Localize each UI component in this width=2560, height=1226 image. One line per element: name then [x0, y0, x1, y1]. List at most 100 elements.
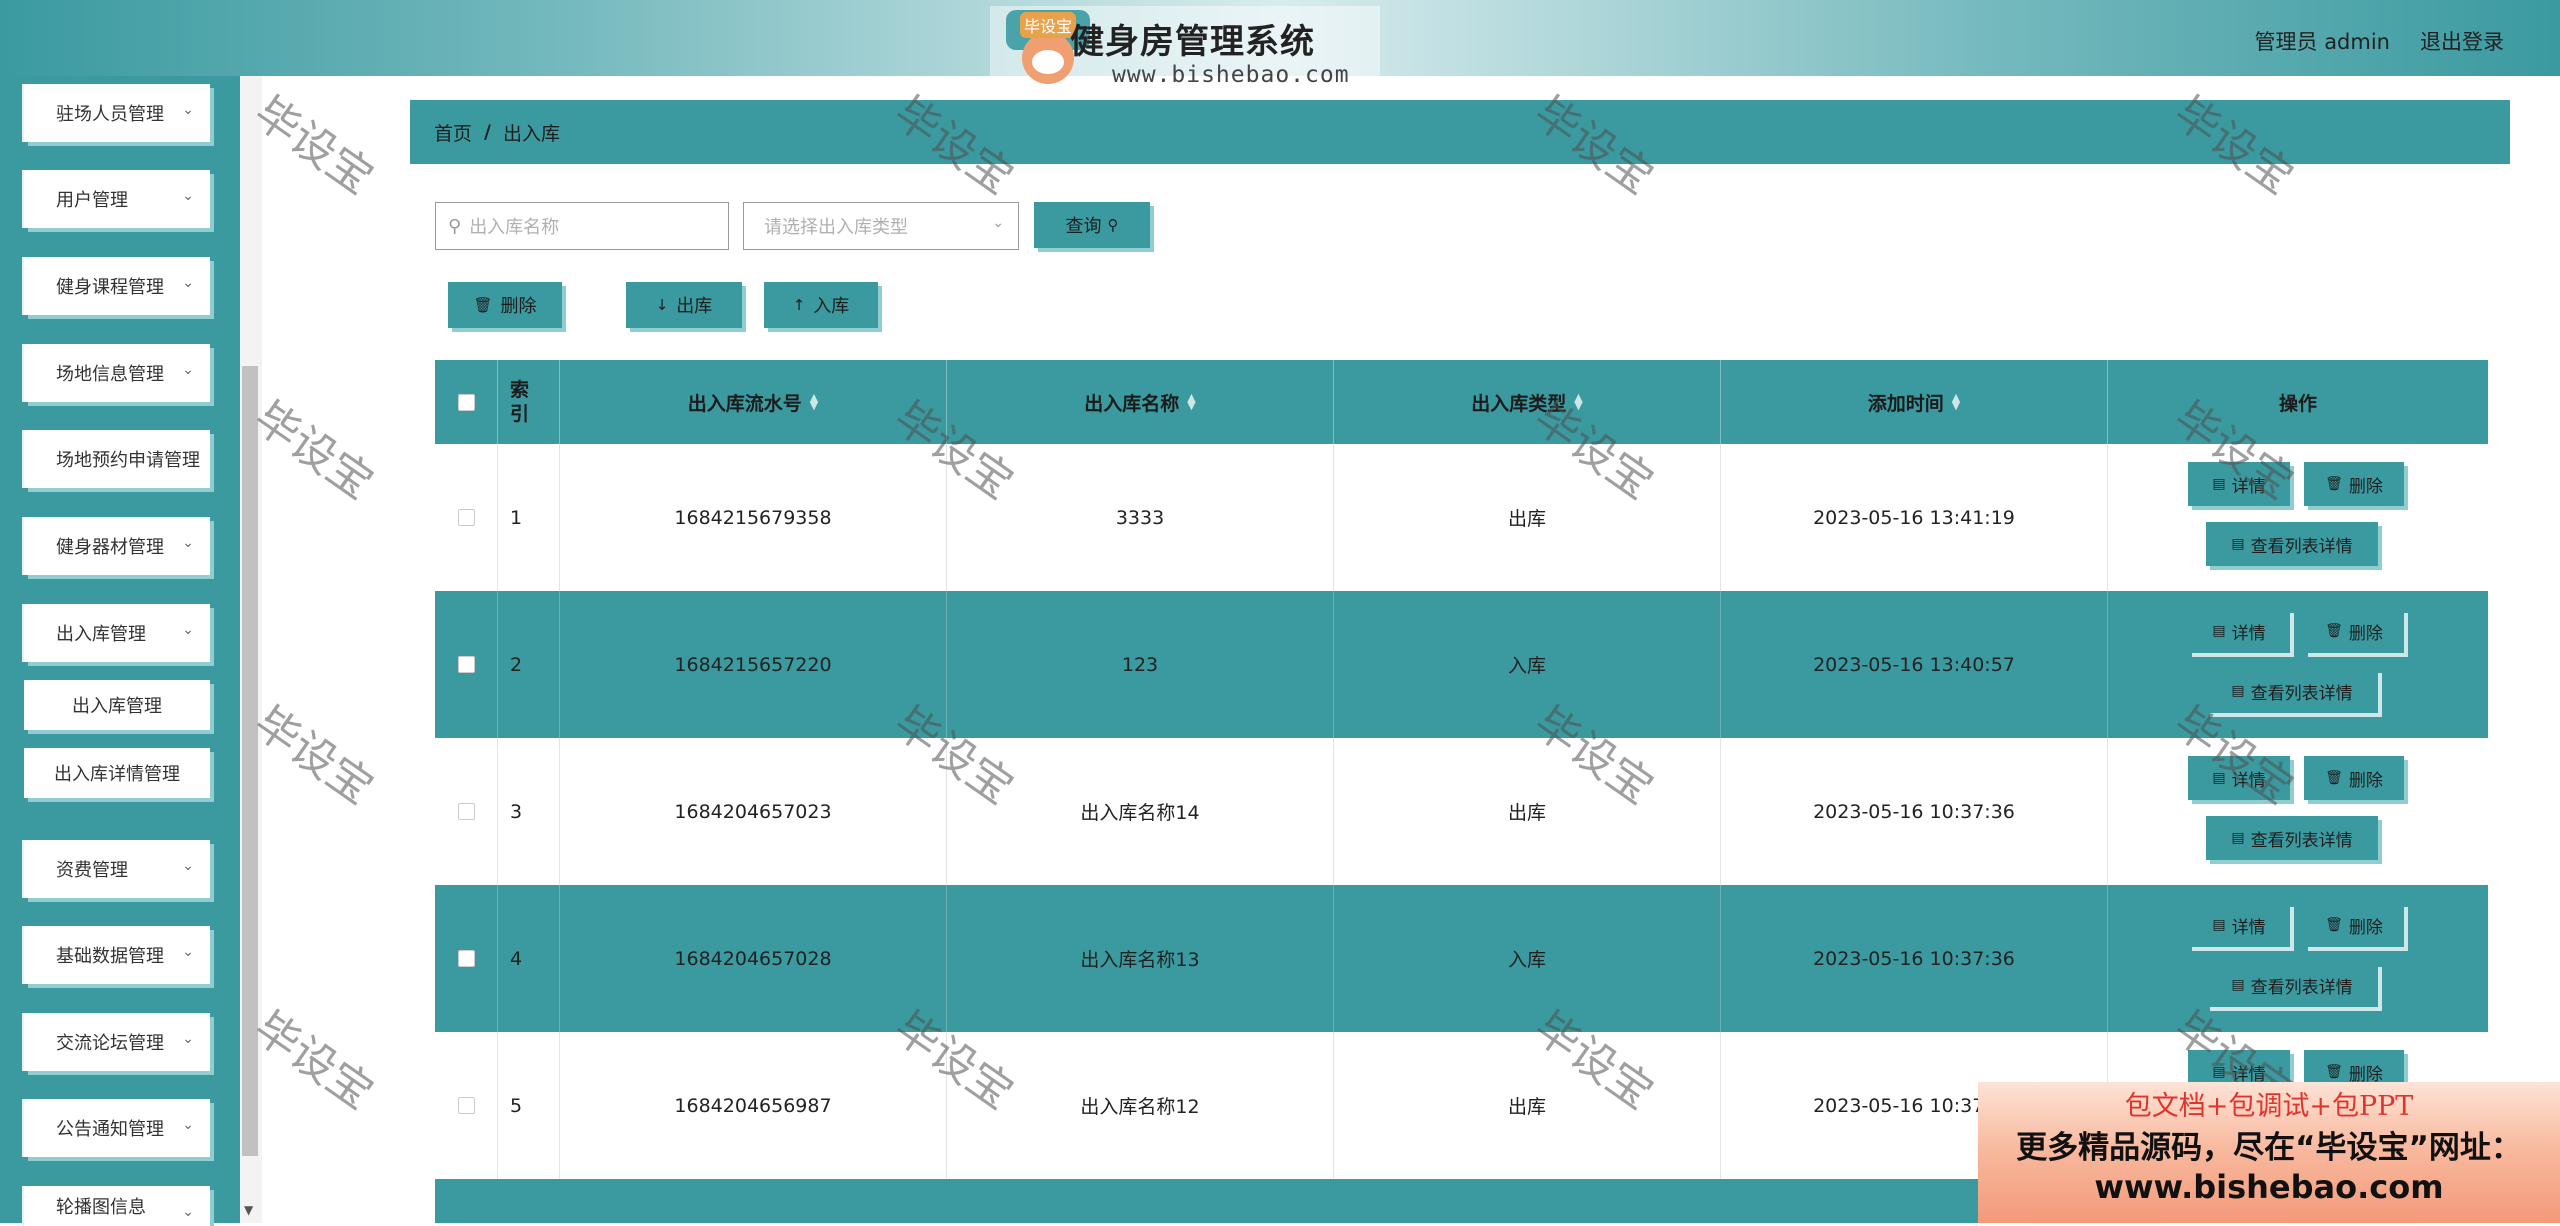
- sidebar-item-users[interactable]: 用户管理 ⌄: [24, 170, 210, 228]
- detail-button[interactable]: ▤ 详情: [2188, 903, 2290, 947]
- stock-in-label: 入库: [813, 296, 850, 317]
- row-checkbox[interactable]: [457, 1097, 475, 1114]
- chevron-down-icon: ⌄: [182, 535, 194, 551]
- sort-icon[interactable]: ▲ ▼: [1574, 392, 1582, 411]
- cell-serial-no: 1684215657220: [560, 591, 947, 738]
- delete-button[interactable]: 🗑 删除: [2304, 609, 2404, 653]
- cell-index: 1: [498, 444, 560, 591]
- sidebar-item-venues[interactable]: 场地信息管理 ⌄: [24, 344, 210, 402]
- trash-icon: 🗑: [2325, 1064, 2343, 1080]
- row-checkbox[interactable]: [457, 950, 475, 967]
- scroll-down-arrow-icon[interactable]: ▼: [244, 1203, 253, 1217]
- sidebar-item-carousel[interactable]: 轮播图信息 ⌄: [24, 1186, 210, 1226]
- sidebar-item-notices[interactable]: 公告通知管理 ⌄: [24, 1099, 210, 1157]
- trash-icon: 🗑: [2325, 623, 2343, 639]
- document-icon: ▤: [2212, 623, 2226, 639]
- sort-icon[interactable]: ▲ ▼: [810, 392, 818, 411]
- cell-index: 4: [498, 885, 560, 1032]
- name-search-input[interactable]: ⚲ 出入库名称: [435, 202, 729, 250]
- document-icon: ▤: [2212, 476, 2226, 492]
- sidebar-scroll-thumb[interactable]: [242, 366, 258, 1156]
- cell-ops: ▤详情 🗑删除 ▤查看列表详情: [2108, 738, 2488, 885]
- header-serial-no[interactable]: 出入库流水号 ▲ ▼: [560, 360, 947, 444]
- delete-button[interactable]: 🗑 删除: [2304, 756, 2404, 800]
- cell-serial-no: 1684204656987: [560, 1032, 947, 1179]
- row-select[interactable]: [435, 1032, 498, 1179]
- bulk-delete-button[interactable]: 🗑 删除: [448, 282, 562, 328]
- cell-time: 2023-05-16 13:40:57: [1721, 591, 2108, 738]
- type-select-placeholder: 请选择出入库类型: [764, 217, 908, 238]
- cell-type: 出库: [1334, 1032, 1721, 1179]
- header-time[interactable]: 添加时间 ▲ ▼: [1721, 360, 2108, 444]
- row-select[interactable]: [435, 444, 498, 591]
- row-select[interactable]: [435, 885, 498, 1032]
- header-name[interactable]: 出入库名称 ▲ ▼: [947, 360, 1334, 444]
- sidebar-item-label: 驻场人员管理: [56, 104, 164, 125]
- cell-serial-no: 1684204657028: [560, 885, 947, 1032]
- table-header: 索引 出入库流水号 ▲ ▼ 出入库名称 ▲ ▼ 出入库类型 ▲ ▼ 添加时间 ▲ ▼ 操作: [435, 360, 2488, 444]
- sidebar-subitem-inventory[interactable]: 出入库管理: [24, 680, 210, 730]
- promo-banner[interactable]: 包文档+包调试+包PPT 更多精品源码，尽在“毕设宝”网址： www.bishe…: [1978, 1082, 2560, 1223]
- stock-in-button[interactable]: ↑ 入库: [764, 282, 878, 328]
- query-button[interactable]: 查询 ⚲: [1034, 202, 1150, 248]
- list-detail-button[interactable]: ▤查看列表详情: [2206, 816, 2378, 860]
- chevron-down-icon: ⌄: [182, 275, 194, 291]
- table-row: 4 1684204657028 出入库名称13 入库 2023-05-16 10:37:…: [435, 885, 2488, 1032]
- watermark-text: 毕设宝: [244, 86, 383, 205]
- cell-index: 5: [498, 1032, 560, 1179]
- breadcrumb-current: 出入库: [502, 122, 560, 145]
- row-checkbox[interactable]: [457, 656, 475, 673]
- cell-ops: ▤详情 🗑删除 ▤查看列表详情: [2108, 885, 2488, 1032]
- list-detail-button[interactable]: ▤查看列表详情: [2206, 669, 2378, 713]
- stock-out-button[interactable]: ↓ 出库: [626, 282, 742, 328]
- cell-type: 出库: [1334, 444, 1721, 591]
- sidebar-item-label: 健身课程管理: [56, 277, 164, 298]
- chevron-down-icon: ⌄: [182, 944, 194, 960]
- document-icon: ▤: [2212, 770, 2226, 786]
- sidebar-item-fees[interactable]: 资费管理 ⌄: [24, 840, 210, 898]
- sidebar-scrollbar[interactable]: ▼: [240, 76, 262, 1223]
- type-select[interactable]: 请选择出入库类型 ⌄: [743, 202, 1019, 250]
- sidebar-item-label: 场地预约申请管理: [56, 450, 200, 471]
- detail-button[interactable]: ▤ 详情: [2188, 462, 2290, 506]
- sidebar-item-staff[interactable]: 驻场人员管理 ⌄: [24, 84, 210, 142]
- bulk-delete-label: 删除: [500, 296, 537, 317]
- select-all-checkbox[interactable]: [457, 393, 475, 411]
- document-icon: ▤: [2212, 917, 2226, 933]
- delete-button[interactable]: 🗑 删除: [2304, 903, 2404, 947]
- sidebar-item-label: 场地信息管理: [56, 364, 164, 385]
- header-select-all[interactable]: [435, 360, 498, 444]
- logout-button[interactable]: 退出登录: [2420, 26, 2504, 56]
- sidebar-item-base-data[interactable]: 基础数据管理 ⌄: [24, 926, 210, 984]
- detail-button[interactable]: ▤ 详情: [2188, 756, 2290, 800]
- sidebar-item-label: 交流论坛管理: [56, 1033, 164, 1054]
- row-select[interactable]: [435, 591, 498, 738]
- row-checkbox[interactable]: [457, 803, 475, 820]
- list-detail-button[interactable]: ▤查看列表详情: [2206, 522, 2378, 566]
- sidebar-item-equipment[interactable]: 健身器材管理 ⌄: [24, 517, 210, 575]
- sort-icon[interactable]: ▲ ▼: [1187, 392, 1195, 411]
- cell-index: 2: [498, 591, 560, 738]
- name-search-placeholder: 出入库名称: [469, 217, 560, 238]
- sort-icon[interactable]: ▲ ▼: [1952, 392, 1960, 411]
- arrow-up-icon: ↑: [792, 296, 806, 314]
- sidebar-item-inventory[interactable]: 出入库管理 ⌄: [24, 604, 210, 662]
- sidebar-item-forum[interactable]: 交流论坛管理 ⌄: [24, 1013, 210, 1071]
- sidebar-item-label: 资费管理: [56, 860, 128, 881]
- document-icon: ▤: [2231, 683, 2245, 699]
- list-detail-button[interactable]: ▤查看列表详情: [2206, 963, 2378, 1007]
- sidebar-subitem-inventory-detail[interactable]: 出入库详情管理: [24, 748, 210, 798]
- detail-button[interactable]: ▤ 详情: [2188, 609, 2290, 653]
- delete-button[interactable]: 🗑 删除: [2304, 462, 2404, 506]
- sidebar-item-venue-booking[interactable]: 场地预约申请管理: [24, 430, 210, 488]
- row-select[interactable]: [435, 738, 498, 885]
- arrow-down-icon: ↓: [655, 296, 669, 314]
- sidebar-item-label: 用户管理: [56, 190, 128, 211]
- cell-serial-no: 1684215679358: [560, 444, 947, 591]
- row-checkbox[interactable]: [457, 509, 475, 526]
- header-type[interactable]: 出入库类型 ▲ ▼: [1334, 360, 1721, 444]
- chevron-down-icon: ⌄: [182, 1117, 194, 1133]
- sidebar-item-courses[interactable]: 健身课程管理 ⌄: [24, 257, 210, 315]
- breadcrumb-home-link[interactable]: 首页: [434, 119, 472, 146]
- cell-name: 123: [947, 591, 1334, 738]
